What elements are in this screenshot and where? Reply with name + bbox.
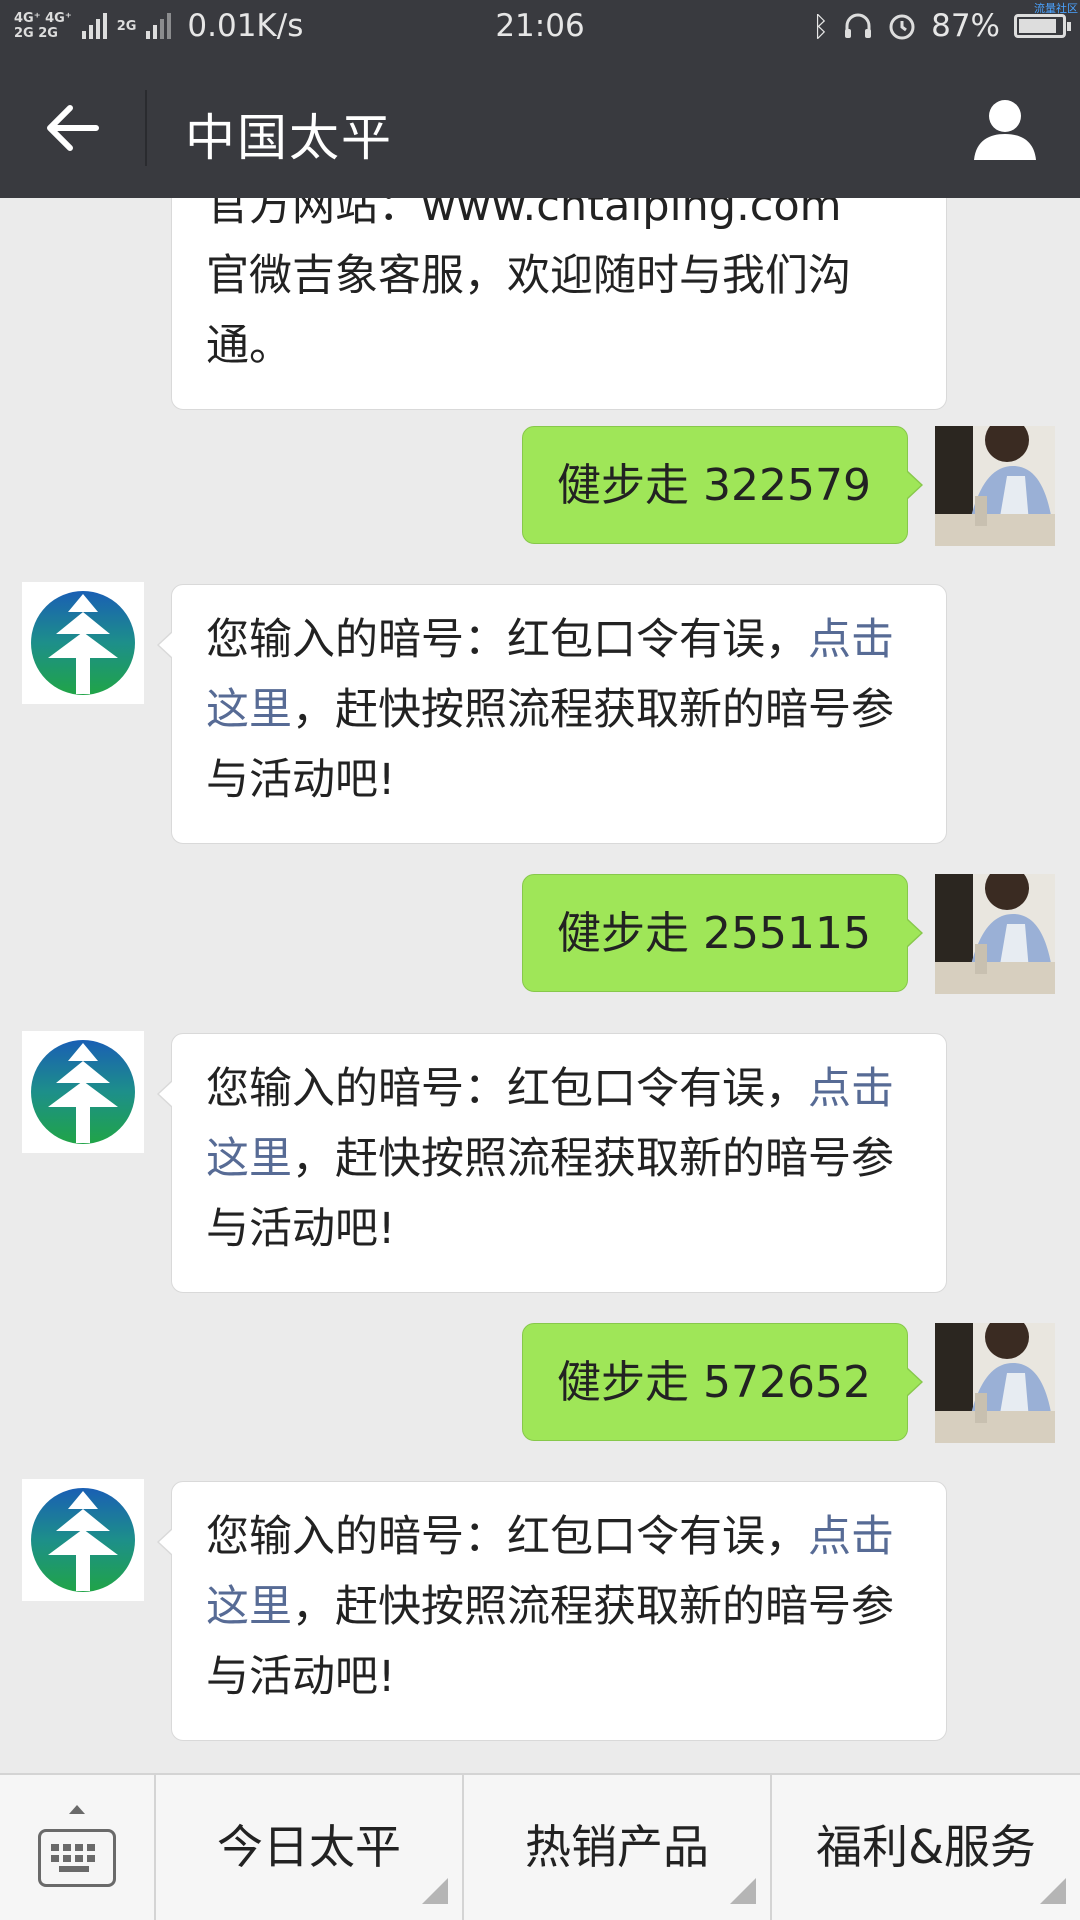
official-account-avatar[interactable] bbox=[22, 1031, 144, 1153]
sent-message: 健步走 255115 bbox=[522, 874, 923, 992]
back-button[interactable] bbox=[40, 96, 104, 160]
battery-icon bbox=[1014, 14, 1071, 38]
message-text: 您输入的暗号：红包口令有误， bbox=[206, 1512, 808, 1562]
user-avatar[interactable] bbox=[935, 1323, 1055, 1443]
menu-label: 今日太平 bbox=[217, 1820, 401, 1874]
menu-label: 热销产品 bbox=[525, 1820, 709, 1874]
taiping-logo-icon bbox=[31, 1040, 135, 1144]
profile-button[interactable] bbox=[970, 94, 1040, 164]
submenu-indicator-icon bbox=[422, 1878, 448, 1904]
taiping-logo-icon bbox=[31, 591, 135, 695]
menu-today-taiping[interactable]: 今日太平 bbox=[154, 1775, 462, 1920]
submenu-indicator-icon bbox=[1040, 1878, 1066, 1904]
user-avatar-image bbox=[935, 1323, 1055, 1443]
expand-arrow-icon bbox=[69, 1805, 85, 1814]
title-divider bbox=[145, 90, 147, 166]
sent-message: 健步走 322579 bbox=[522, 426, 923, 544]
received-message: 您输入的暗号：红包口令有误，点击这里，赶快按照流程获取新的暗号参与活动吧! bbox=[157, 584, 947, 844]
received-message: 官方网站：www.cntaiping.com 官微吉象客服，欢迎随时与我们沟通。 bbox=[171, 198, 947, 410]
submenu-indicator-icon bbox=[730, 1878, 756, 1904]
headset-icon bbox=[845, 13, 872, 38]
back-arrow-icon bbox=[47, 105, 99, 151]
received-message: 您输入的暗号：红包口令有误，点击这里，赶快按照流程获取新的暗号参与活动吧! bbox=[157, 1033, 947, 1293]
alarm-icon bbox=[889, 14, 915, 40]
sent-message: 健步走 572652 bbox=[522, 1323, 923, 1441]
user-avatar[interactable] bbox=[935, 426, 1055, 546]
message-text: 您输入的暗号：红包口令有误， bbox=[206, 1064, 808, 1114]
message-text: 健步走 572652 bbox=[557, 1357, 871, 1408]
title-bar: 中国太平 bbox=[0, 58, 1080, 198]
user-avatar-image bbox=[935, 874, 1055, 994]
bluetooth-icon: ᛒ bbox=[812, 9, 830, 43]
watermark: 流量社区 bbox=[1034, 2, 1078, 15]
system-indicators: ᛒ 87% bbox=[812, 8, 1071, 44]
keyboard-icon bbox=[38, 1829, 116, 1887]
chat-title: 中国太平 bbox=[185, 109, 393, 167]
user-avatar[interactable] bbox=[935, 874, 1055, 994]
status-bar: 4G⁺ 4G⁺ 2G 2G 2G 0.01K/s 21:06 ᛒ 87% 流量社… bbox=[0, 0, 1080, 58]
message-text: 官微吉象客服，欢迎随时与我们沟通。 bbox=[206, 251, 851, 371]
message-text: ，赶快按照流程获取新的暗号参与活动吧! bbox=[206, 1582, 894, 1702]
chat-area[interactable]: 官方网站：www.cntaiping.com 官微吉象客服，欢迎随时与我们沟通。… bbox=[0, 198, 1080, 1773]
message-text: 您输入的暗号：红包口令有误， bbox=[206, 615, 808, 665]
message-text: 健步走 255115 bbox=[557, 908, 871, 959]
message-text: 健步走 322579 bbox=[557, 460, 871, 511]
taiping-logo-icon bbox=[31, 1488, 135, 1592]
menu-benefits-services[interactable]: 福利&服务 bbox=[770, 1775, 1080, 1920]
official-account-avatar[interactable] bbox=[22, 582, 144, 704]
menu-label: 福利&服务 bbox=[816, 1820, 1036, 1874]
message-text: ，赶快按照流程获取新的暗号参与活动吧! bbox=[206, 1134, 894, 1254]
official-account-avatar[interactable] bbox=[22, 1479, 144, 1601]
bottom-menu-bar: 今日太平 热销产品 福利&服务 bbox=[0, 1773, 1080, 1920]
received-message: 您输入的暗号：红包口令有误，点击这里，赶快按照流程获取新的暗号参与活动吧! bbox=[157, 1481, 947, 1741]
keyboard-toggle-button[interactable] bbox=[0, 1775, 154, 1920]
battery-percent: 87% bbox=[931, 8, 1000, 44]
user-avatar-image bbox=[935, 426, 1055, 546]
menu-hot-products[interactable]: 热销产品 bbox=[462, 1775, 770, 1920]
message-line-partial: 官方网站：www.cntaiping.com bbox=[206, 198, 842, 231]
message-text: ，赶快按照流程获取新的暗号参与活动吧! bbox=[206, 685, 894, 805]
person-icon bbox=[974, 100, 1036, 160]
